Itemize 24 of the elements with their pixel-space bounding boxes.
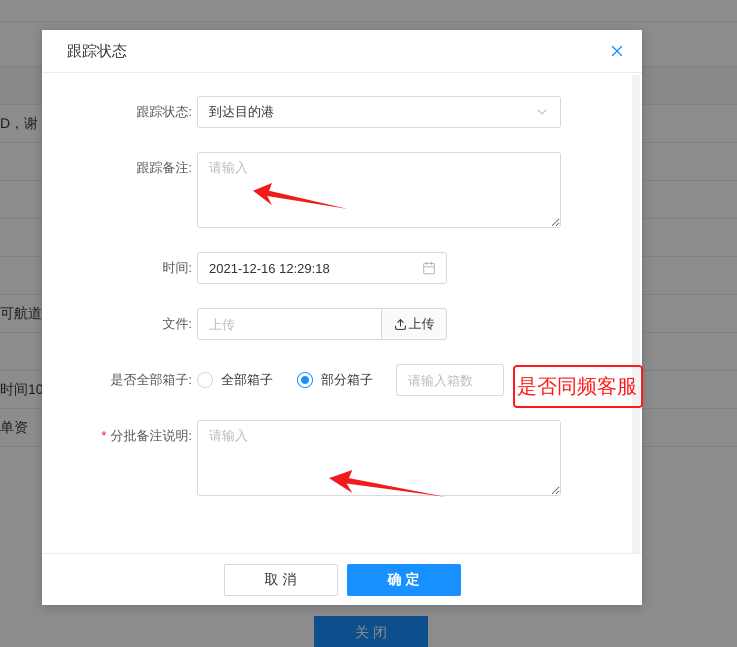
field-label: * 分批备注说明: [100, 427, 193, 445]
file-field[interactable]: 上传 [197, 308, 382, 340]
annotation-callout: 是否同频客服 [513, 365, 643, 408]
upload-icon [394, 318, 406, 330]
remark-field[interactable]: 请输入 [197, 420, 561, 496]
field-label: 是否全部箱子: [109, 371, 193, 389]
field-label: 文件: [161, 315, 193, 333]
status-select[interactable]: 到达目的港 [197, 96, 561, 128]
row-text: 单资 [0, 418, 28, 436]
upload-button[interactable]: 上传 [382, 308, 447, 340]
radio-icon[interactable] [297, 372, 313, 388]
cancel-button[interactable]: 取 消 [224, 564, 338, 596]
dialog-title: 跟踪状态 [67, 42, 127, 60]
radio-option[interactable]: 部分箱子 [297, 371, 373, 389]
count-field[interactable]: 请输入箱数 [396, 364, 504, 396]
remark-field[interactable]: 请输入 [197, 152, 561, 228]
field-label: 跟踪状态: [135, 103, 193, 121]
calendar-icon [422, 261, 436, 275]
row-text: D，谢 [0, 114, 38, 132]
radio-option[interactable]: 全部箱子 [197, 371, 273, 389]
row-text: 可航道 [0, 304, 42, 322]
date-field[interactable]: 2021-12-16 12:29:18 [197, 252, 447, 284]
field-label: 跟踪备注: [135, 159, 193, 177]
field-label: 时间: [161, 259, 193, 277]
